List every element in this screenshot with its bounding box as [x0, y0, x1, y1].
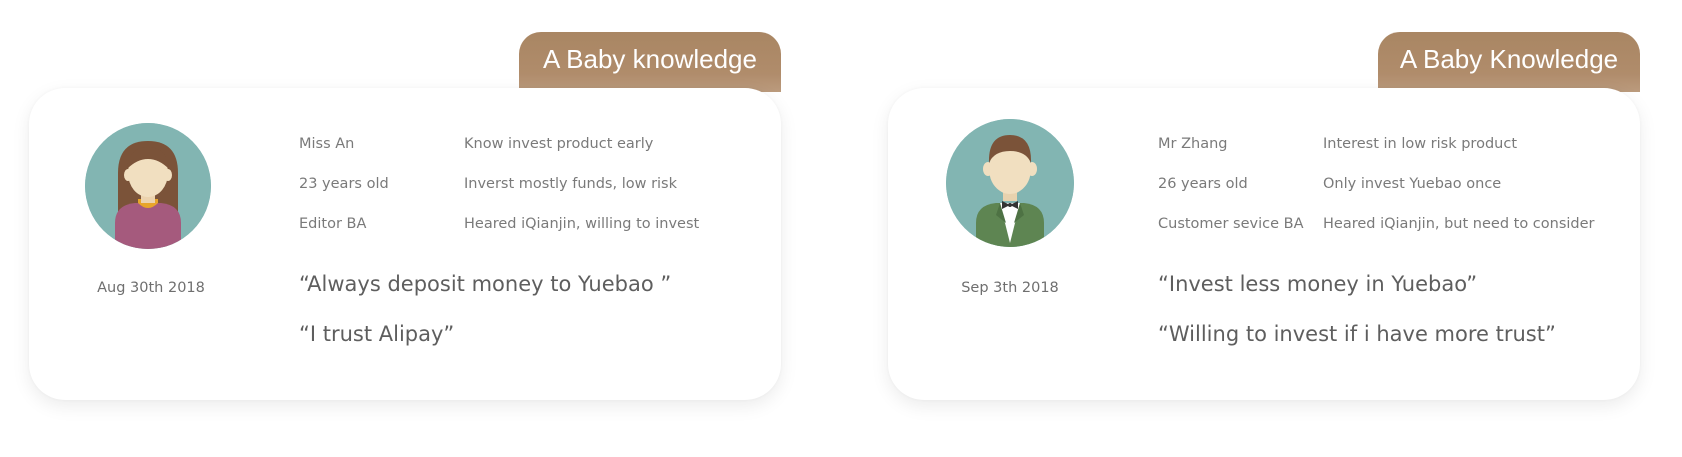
persona-name: Miss An	[299, 136, 355, 152]
info-row: Miss An Know invest product early	[299, 136, 769, 176]
persona-trait: Only invest Yuebao once	[1323, 176, 1502, 192]
persona-quotes: “Always deposit money to Yuebao ” “I tru…	[299, 272, 769, 372]
info-row: 26 years old Only invest Yuebao once	[1158, 176, 1628, 216]
info-row: Customer sevice BA Heared iQianjin, but …	[1158, 216, 1628, 256]
persona-trait: Interest in low risk product	[1323, 136, 1518, 152]
man-avatar-icon	[946, 119, 1074, 247]
persona-job: Customer sevice BA	[1158, 216, 1304, 232]
info-row: Mr Zhang Interest in low risk product	[1158, 136, 1628, 176]
persona-age: 26 years old	[1158, 176, 1248, 192]
persona-name: Mr Zhang	[1158, 136, 1228, 152]
persona-info: Mr Zhang Interest in low risk product 26…	[1158, 136, 1628, 256]
persona-tag: A Baby Knowledge	[1378, 32, 1640, 92]
persona-job: Editor BA	[299, 216, 367, 232]
persona-card-body: Sep 3th 2018 Mr Zhang Interest in low ri…	[888, 88, 1640, 400]
persona-page: A Baby knowledge Aug 30th 2018 Miss An K…	[0, 0, 1682, 457]
info-row: 23 years old Inverst mostly funds, low r…	[299, 176, 769, 216]
persona-trait: Inverst mostly funds, low risk	[464, 176, 678, 192]
persona-quote: “Willing to invest if i have more trust”	[1158, 322, 1556, 346]
info-row: Editor BA Heared iQianjin, willing to in…	[299, 216, 769, 256]
persona-date: Sep 3th 2018	[961, 280, 1059, 296]
persona-quotes: “Invest less money in Yuebao” “Willing t…	[1158, 272, 1628, 372]
persona-trait: Heared iQianjin, willing to invest	[464, 216, 700, 232]
persona-date: Aug 30th 2018	[97, 280, 205, 296]
persona-card-body: Aug 30th 2018 Miss An Know invest produc…	[29, 88, 781, 400]
persona-tag: A Baby knowledge	[519, 32, 781, 92]
persona-quote: “Invest less money in Yuebao”	[1158, 272, 1478, 296]
persona-info: Miss An Know invest product early 23 yea…	[299, 136, 769, 256]
persona-quote: “I trust Alipay”	[299, 322, 455, 346]
persona-age: 23 years old	[299, 176, 389, 192]
persona-trait: Know invest product early	[464, 136, 654, 152]
persona-quote: “Always deposit money to Yuebao ”	[299, 272, 672, 296]
persona-card-miss-an: A Baby knowledge Aug 30th 2018 Miss An K…	[29, 32, 781, 400]
persona-card-mr-zhang: A Baby Knowledge Sep 3th 2018 Mr Zhang I…	[888, 32, 1640, 400]
persona-trait: Heared iQianjin, but need to consider	[1323, 216, 1595, 232]
woman-avatar-icon	[85, 123, 211, 249]
